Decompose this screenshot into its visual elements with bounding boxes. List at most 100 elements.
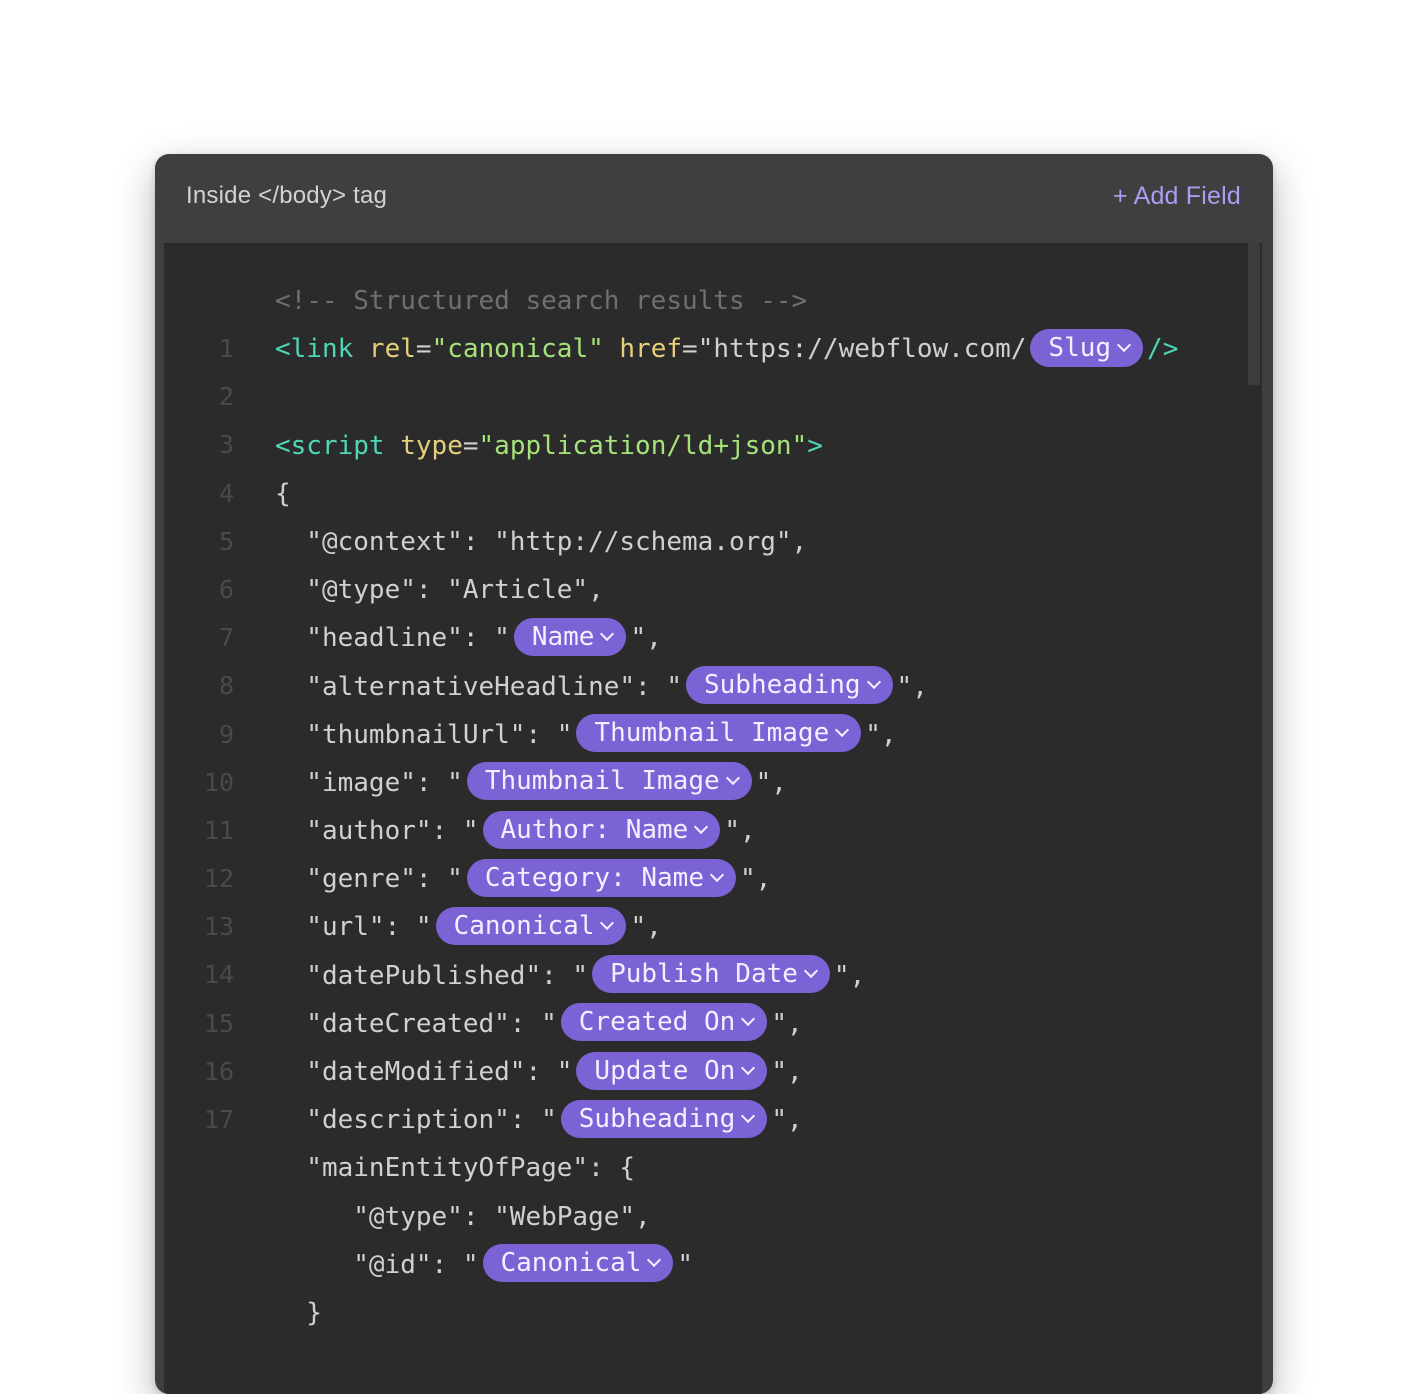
category-name-field-pill[interactable]: Category: Name [466, 858, 736, 897]
chevron-down-icon [741, 1108, 756, 1123]
chevron-down-icon [600, 626, 615, 641]
thumbnail-url-key: "thumbnailUrl": " [275, 719, 573, 750]
add-field-button[interactable]: + Add Field [1113, 182, 1241, 211]
code-line: 17 "dateModified": " Update On ", [164, 1048, 1262, 1134]
suffix: ", [833, 960, 866, 991]
custom-code-panel: Inside </body> tag + Add Field 1 <!-- St… [155, 154, 1273, 1394]
code-line: 3 [164, 373, 1262, 459]
chevron-down-icon [803, 964, 818, 979]
pill-label: Created On [578, 1007, 736, 1038]
code-editor[interactable]: 1 <!-- Structured search results --> 2 <… [164, 243, 1262, 1394]
code-line: 12 "author": " Author: Name ", [164, 807, 1262, 893]
code-line: 15 "datePublished": " Publish Date ", [164, 952, 1262, 1038]
suffix: ", [740, 864, 772, 895]
code-line: 4 <script type="application/ld+json"> [164, 422, 1262, 508]
main-entity-key: "mainEntityOfPage": { [275, 1153, 636, 1184]
href-value: "https://webflow.com/ [697, 334, 1027, 365]
equals-sign: = [415, 334, 432, 365]
rel-attr: rel [353, 334, 416, 365]
chevron-down-icon [709, 867, 725, 882]
chevron-down-icon [1116, 337, 1132, 352]
code-lines: 1 <!-- Structured search results --> 2 <… [164, 277, 1262, 1337]
chevron-down-icon [835, 723, 850, 738]
suffix: ", [755, 767, 787, 798]
code-line: 14 "url": " Canonical ", [164, 903, 1262, 989]
genre-key: "genre": " [275, 864, 463, 895]
href-attr: href [603, 334, 683, 365]
image-key: "image": " [275, 767, 463, 798]
pill-label: Subheading [704, 670, 861, 700]
context-line: "@context": "http://schema.org", [275, 526, 808, 557]
code-line: } [164, 1289, 1262, 1337]
pill-label: Subheading [578, 1103, 736, 1134]
slug-field-pill[interactable]: Slug [1030, 328, 1144, 367]
suffix: ", [865, 719, 897, 750]
link-close: /> [1147, 334, 1179, 365]
subheading-field-pill[interactable]: Subheading [560, 1099, 768, 1138]
type-attr: type [384, 430, 463, 461]
chevron-down-icon [741, 1060, 756, 1075]
panel-title: Inside </body> tag [186, 182, 388, 209]
thumbnail-image-field-pill[interactable]: Thumbnail Image [466, 762, 752, 801]
pill-label: Thumbnail Image [484, 766, 720, 797]
equals-sign: = [682, 334, 698, 365]
name-field-pill[interactable]: Name [513, 617, 627, 656]
brace-close: } [275, 1297, 322, 1328]
code-line: 9 "alternativeHeadline": " Subheading ", [164, 663, 1262, 749]
suffix: ", [896, 671, 928, 702]
pill-label: Canonical [453, 910, 595, 941]
subheading-field-pill[interactable]: Subheading [686, 666, 893, 704]
chevron-down-icon [866, 674, 881, 690]
code-line: 5 { [164, 470, 1262, 556]
code-line: "@type": "WebPage", [164, 1193, 1262, 1241]
code-line: 11 "image": " Thumbnail Image ", [164, 759, 1262, 845]
code-line: "description": " Subheading ", [164, 1096, 1262, 1144]
url-key: "url": " [275, 912, 432, 943]
canonical-field-pill[interactable]: Canonical [435, 906, 627, 945]
code-comment: <!-- Structured search results --> [275, 286, 808, 316]
link-tag: <link [275, 334, 354, 365]
script-tag-end: > [807, 430, 823, 461]
suffix: ", [771, 1105, 803, 1136]
type-value: "application/ld+json" [478, 430, 808, 461]
suffix: ", [771, 1057, 803, 1087]
code-line: 13 "genre": " Category: Name ", [164, 855, 1262, 941]
pill-label: Author: Name [500, 814, 689, 845]
chevron-down-icon [600, 915, 615, 931]
thumbnail-image-field-pill[interactable]: Thumbnail Image [576, 714, 862, 753]
code-line: 10 "thumbnailUrl": " Thumbnail Image ", [164, 711, 1262, 797]
brace-open: { [275, 478, 291, 509]
alternative-headline-key: "alternativeHeadline": " [275, 671, 682, 702]
pill-label: Thumbnail Image [594, 718, 830, 749]
webpage-type-line: "@type": "WebPage", [275, 1201, 651, 1232]
suffix: ", [724, 816, 756, 847]
equals-sign: = [462, 430, 479, 461]
rel-value: "canonical" [431, 334, 604, 365]
code-line: 16 "dateCreated": " Created On ", [164, 1000, 1262, 1086]
update-on-field-pill[interactable]: Update On [576, 1051, 768, 1090]
suffix: " [677, 1249, 694, 1280]
pill-label: Name [531, 621, 595, 652]
pill-label: Publish Date [610, 959, 798, 990]
canonical-field-pill[interactable]: Canonical [482, 1244, 674, 1283]
code-line: "mainEntityOfPage": { [164, 1144, 1262, 1192]
chevron-down-icon [647, 1253, 662, 1268]
code-line: 7 "@type": "Article", [164, 566, 1262, 652]
date-modified-key: "dateModified": " [275, 1057, 573, 1087]
suffix: ", [630, 623, 662, 654]
chevron-down-icon [694, 819, 709, 834]
created-on-field-pill[interactable]: Created On [560, 1003, 768, 1042]
chevron-down-icon [741, 1012, 756, 1027]
chevron-down-icon [725, 771, 740, 786]
pill-label: Slug [1048, 332, 1112, 363]
code-line: 2 <link rel="canonical" href="https://we… [164, 325, 1262, 411]
author-name-field-pill[interactable]: Author: Name [482, 810, 721, 849]
suffix: ", [630, 912, 662, 943]
code-line: "@id": " Canonical " [164, 1241, 1262, 1289]
date-created-key: "dateCreated": " [275, 1008, 557, 1039]
pill-label: Update On [594, 1055, 736, 1086]
headline-key: "headline": " [275, 623, 510, 654]
code-line: 8 "headline": " Name ", [164, 614, 1262, 700]
date-published-key: "datePublished": " [275, 960, 589, 991]
publish-date-field-pill[interactable]: Publish Date [592, 955, 830, 994]
